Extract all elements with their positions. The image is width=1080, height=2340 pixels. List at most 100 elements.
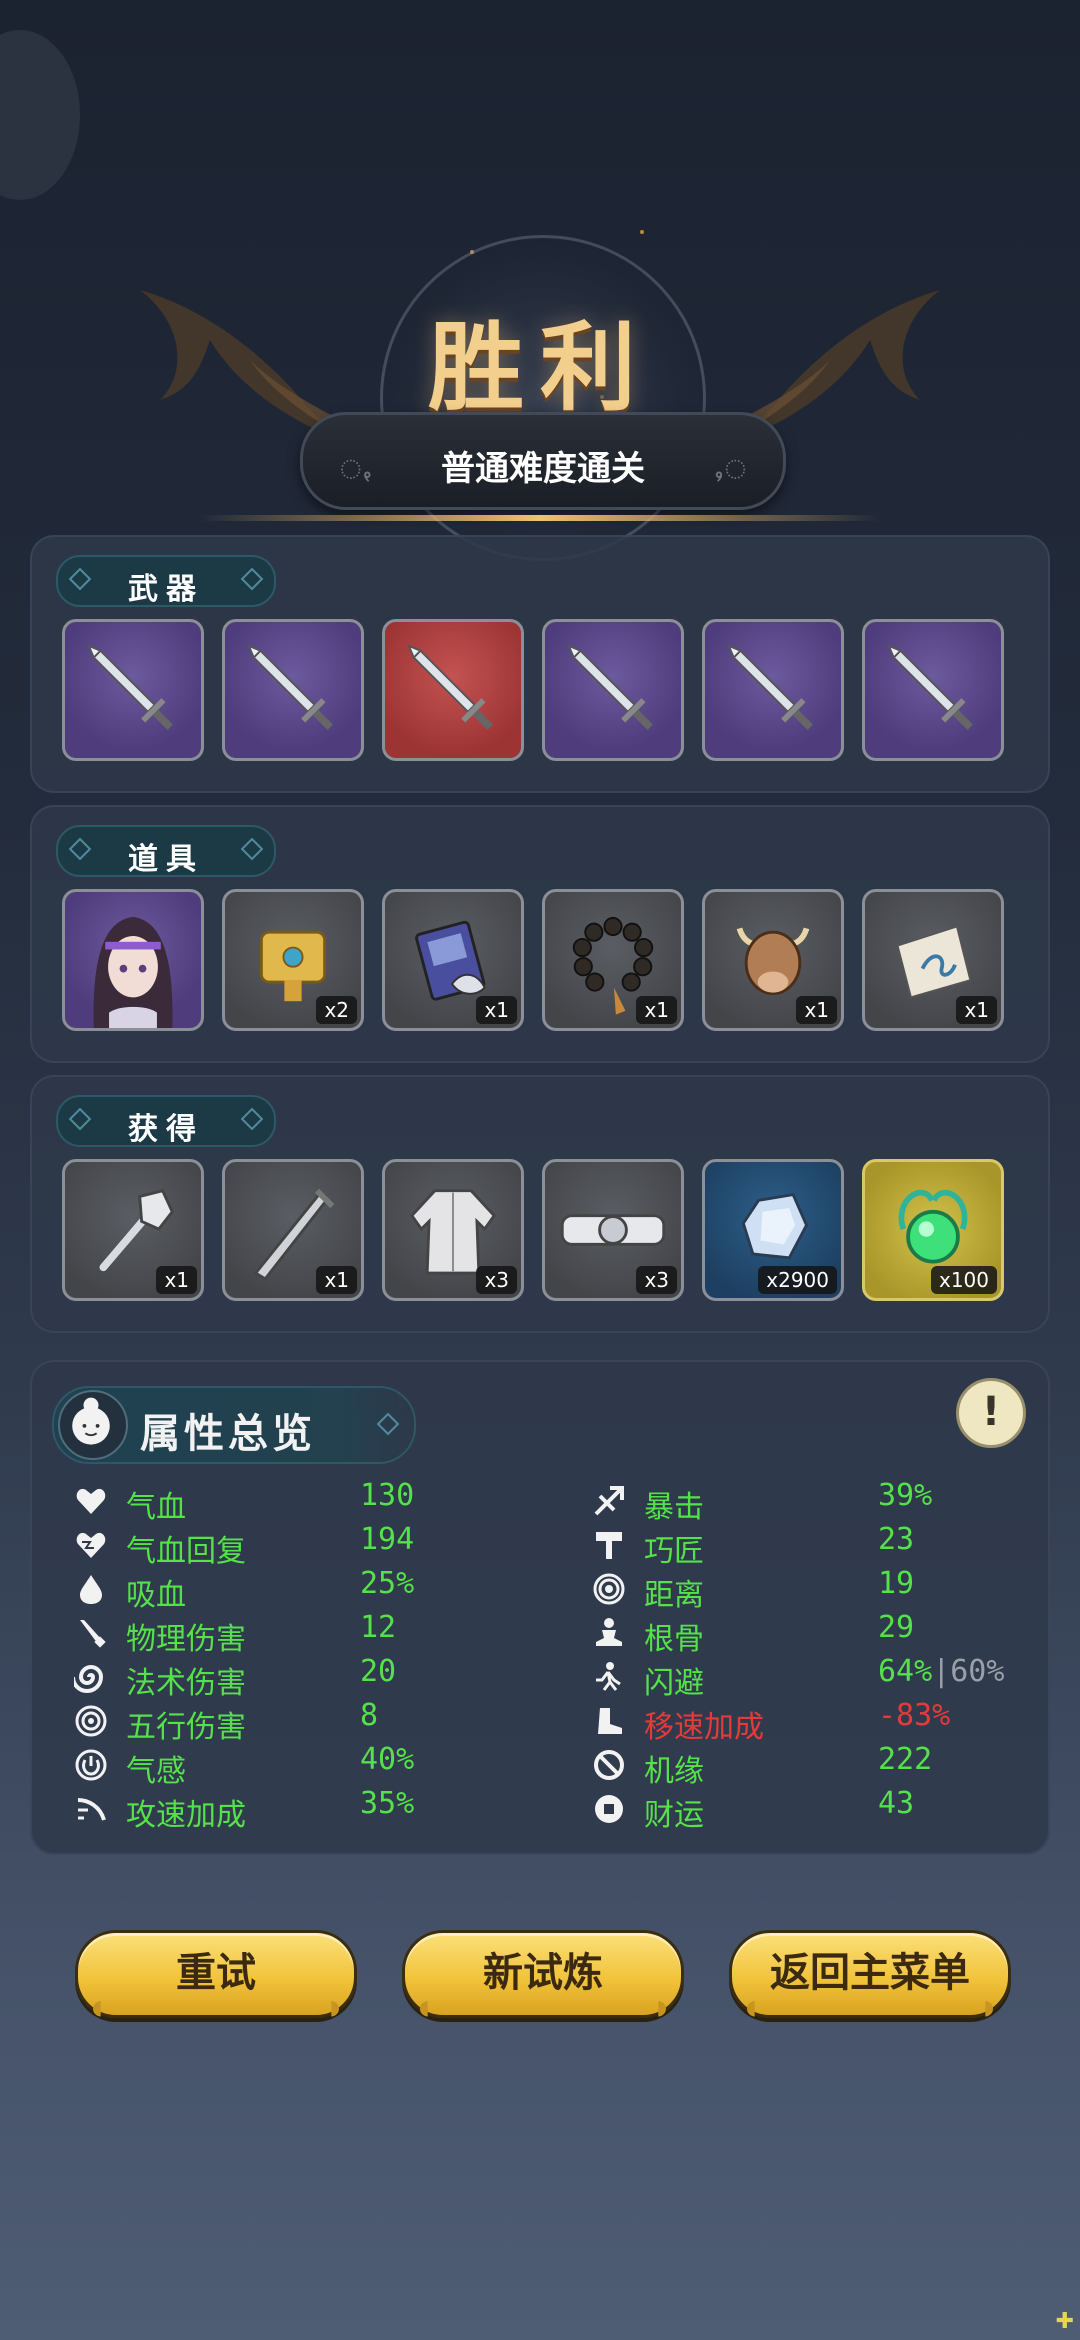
- obtained-slot-5[interactable]: x2900: [702, 1159, 844, 1301]
- new-trial-button[interactable]: ◖ 新试炼 ◗: [402, 1930, 684, 2019]
- stat-value: 39%: [878, 1478, 933, 1513]
- retry-label: 重试: [176, 1950, 256, 1996]
- stat-value: 19: [878, 1566, 915, 1601]
- hammer-icon: [596, 1532, 622, 1559]
- stats-header: 属性总览: [52, 1386, 416, 1464]
- corner-decoration: [0, 30, 80, 200]
- new-trial-label: 新试炼: [483, 1950, 603, 1996]
- stat-name: 物理伤害: [126, 1622, 246, 1657]
- meditation-icon: [596, 1618, 622, 1646]
- item-quantity: x2900: [758, 1266, 837, 1294]
- weapon-slot-5[interactable]: [702, 619, 844, 761]
- dodge-icon: [596, 1662, 621, 1691]
- sword-icon: [87, 644, 173, 730]
- stat-name: 五行伤害: [126, 1710, 246, 1745]
- coin-icon: [595, 1795, 623, 1823]
- victory-title: 胜利: [428, 311, 652, 424]
- curl-icon: ◖: [419, 1995, 430, 2019]
- stat-value: 222: [878, 1742, 933, 1777]
- heart-regen-icon: [76, 1532, 106, 1558]
- swirl-icon: ꩻ: [713, 443, 747, 487]
- prop-slot-2[interactable]: x2: [222, 889, 364, 1031]
- prop-slot-4[interactable]: x1: [542, 889, 684, 1031]
- difficulty-text: 普通难度通关: [441, 449, 645, 489]
- stat-name: 气血: [126, 1490, 186, 1525]
- prop-slot-5[interactable]: x1: [702, 889, 844, 1031]
- prop-slot-row: x2 x1 x1 x1 x1: [62, 889, 1004, 1031]
- stat-value: 20: [360, 1654, 397, 1689]
- sword-icon: [727, 644, 813, 730]
- stat-value: 12: [360, 1610, 397, 1645]
- curl-icon: ◗: [329, 1995, 340, 2019]
- stat-name: 根骨: [644, 1622, 704, 1657]
- props-label: 道具: [128, 842, 204, 877]
- weapon-slot-2[interactable]: [222, 619, 364, 761]
- stat-value: 43: [878, 1786, 915, 1821]
- stat-value: 130: [360, 1478, 415, 1513]
- item-quantity: x1: [636, 996, 677, 1024]
- attack-speed-icon: [77, 1798, 106, 1821]
- sword-icon: [247, 644, 333, 730]
- plus-icon: ✚: [1055, 2309, 1074, 2334]
- item-quantity: x2: [316, 996, 357, 1024]
- obtained-slot-1[interactable]: x1: [62, 1159, 204, 1301]
- item-quantity: x1: [156, 1266, 197, 1294]
- stat-value: 29: [878, 1610, 915, 1645]
- rings-icon: [75, 1705, 107, 1737]
- item-quantity: x100: [930, 1266, 997, 1294]
- weapons-label: 武器: [128, 572, 204, 607]
- crit-icon: [594, 1486, 624, 1516]
- curl-icon: ◖: [92, 1995, 103, 2019]
- prop-slot-3[interactable]: x1: [382, 889, 524, 1031]
- stat-name: 暴击: [644, 1490, 704, 1525]
- stat-value: 64%|60%: [878, 1654, 1005, 1689]
- item-quantity: x3: [636, 1266, 677, 1294]
- stats-avatar-icon: [58, 1390, 128, 1460]
- main-menu-label: 返回主菜单: [770, 1950, 970, 1996]
- stat-value: 35%: [360, 1786, 415, 1821]
- sword-small-icon: [80, 1620, 106, 1648]
- info-button[interactable]: !: [956, 1378, 1026, 1448]
- stat-value: 25%: [360, 1566, 415, 1601]
- obtained-slot-2[interactable]: x1: [222, 1159, 364, 1301]
- retry-button[interactable]: ◖ 重试 ◗: [75, 1930, 357, 2019]
- clover-icon: [594, 1750, 624, 1780]
- stats-panel: 属性总览 ! 气血 130 气血回复 194 吸血 25% 物理伤害 12 法术…: [30, 1360, 1050, 1855]
- weapon-slot-6[interactable]: [862, 619, 1004, 761]
- stat-value: 40%: [360, 1742, 415, 1777]
- item-quantity: x1: [956, 996, 997, 1024]
- stat-value: 8: [360, 1698, 379, 1733]
- stat-name: 法术伤害: [126, 1666, 246, 1701]
- stat-name: 气血回复: [126, 1534, 246, 1569]
- banner-glow-line: [200, 515, 880, 521]
- curl-icon: ◖: [746, 1995, 757, 2019]
- weapon-slot-3[interactable]: [382, 619, 524, 761]
- stat-value: 194: [360, 1522, 415, 1557]
- obtained-slot-row: x1 x1 x3 x3 x2900 x100: [62, 1159, 1004, 1301]
- weapon-slot-4[interactable]: [542, 619, 684, 761]
- stat-name: 机缘: [644, 1754, 704, 1789]
- main-menu-button[interactable]: ◖ 返回主菜单 ◗: [729, 1930, 1011, 2019]
- qi-icon: [75, 1749, 107, 1781]
- sword-icon: [407, 644, 493, 730]
- item-quantity: x1: [316, 1266, 357, 1294]
- obtained-slot-3[interactable]: x3: [382, 1159, 524, 1301]
- curl-icon: ◗: [983, 1995, 994, 2019]
- victory-banner: 胜利 ꩻ 普通难度通关 ꩻ: [0, 180, 1080, 561]
- obtained-slot-6[interactable]: x100: [862, 1159, 1004, 1301]
- obtained-slot-4[interactable]: x3: [542, 1159, 684, 1301]
- weapon-slot-1[interactable]: [62, 619, 204, 761]
- stat-name: 气感: [126, 1754, 186, 1789]
- heart-icon: [76, 1488, 106, 1514]
- difficulty-plate: ꩻ 普通难度通关 ꩻ: [300, 412, 786, 510]
- weapons-tag: 武器: [56, 555, 276, 607]
- stat-name: 巧匠: [644, 1534, 704, 1569]
- stat-name: 吸血: [126, 1578, 186, 1613]
- stat-name: 闪避: [644, 1666, 704, 1701]
- item-quantity: x1: [476, 996, 517, 1024]
- curl-icon: ◗: [656, 1995, 667, 2019]
- prop-slot-1[interactable]: [62, 889, 204, 1031]
- prop-slot-6[interactable]: x1: [862, 889, 1004, 1031]
- stat-name: 移速加成: [644, 1710, 764, 1745]
- item-quantity: x1: [796, 996, 837, 1024]
